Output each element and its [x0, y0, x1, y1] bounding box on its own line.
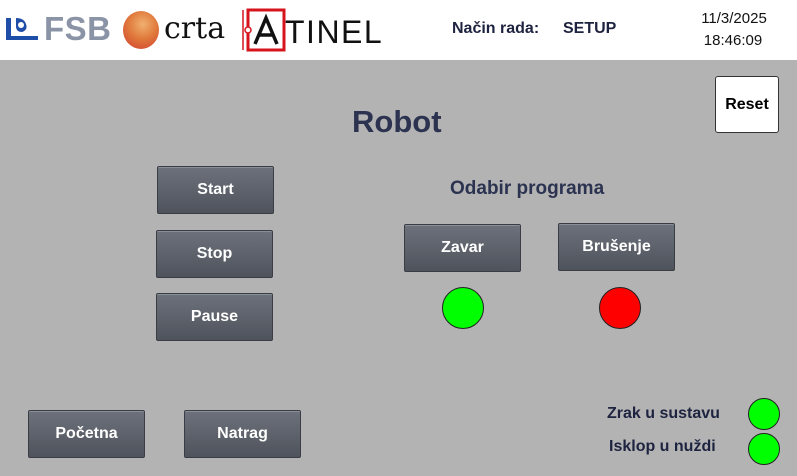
reset-button[interactable]: Reset	[715, 76, 779, 133]
emergency-stop-label: Isklop u nuždi	[609, 438, 716, 455]
header-bar: FSB crta TINEL Način rada: SETUP 11/3/20…	[0, 0, 797, 60]
start-button[interactable]: Start	[157, 166, 274, 214]
brusenje-button[interactable]: Brušenje	[558, 223, 675, 271]
crta-logo-text: crta	[164, 11, 226, 46]
pause-button[interactable]: Pause	[156, 293, 273, 341]
atinel-logo: TINEL	[241, 8, 406, 52]
fsb-logo-text: FSB	[44, 10, 112, 47]
mode-value: SETUP	[563, 20, 617, 37]
back-button[interactable]: Natrag	[184, 410, 301, 458]
fsb-logo-mark-icon	[6, 18, 38, 40]
home-button[interactable]: Početna	[28, 410, 145, 458]
atinel-logo-text: TINEL	[285, 14, 384, 50]
air-supply-indicator-lamp	[748, 398, 780, 430]
crta-logo-circle-icon	[123, 11, 159, 49]
time-display: 18:46:09	[703, 32, 763, 49]
brusenje-indicator-lamp	[599, 287, 641, 329]
stop-button[interactable]: Stop	[156, 230, 273, 278]
air-supply-label: Zrak u sustavu	[607, 405, 720, 422]
fsb-logo: FSB	[4, 8, 116, 48]
page-title: Robot	[352, 104, 442, 139]
program-selection-heading: Odabir programa	[450, 178, 605, 199]
emergency-stop-indicator-lamp	[748, 433, 780, 465]
crta-logo: crta	[123, 8, 241, 50]
mode-label: Način rada:	[452, 20, 540, 37]
zavar-indicator-lamp	[442, 287, 484, 329]
zavar-button[interactable]: Zavar	[404, 224, 521, 272]
date-display: 11/3/2025	[701, 10, 767, 27]
atinel-logo-mark-icon	[242, 8, 286, 52]
